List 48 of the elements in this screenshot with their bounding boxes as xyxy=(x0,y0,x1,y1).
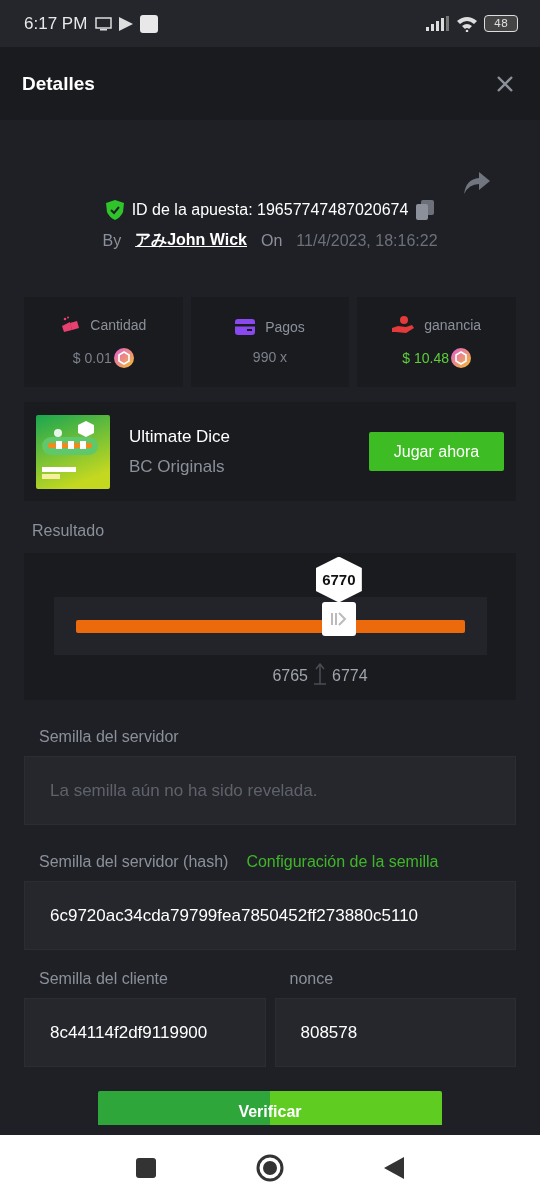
game-provider: BC Originals xyxy=(129,456,226,477)
shield-check-icon xyxy=(105,200,124,220)
card-icon xyxy=(235,319,256,335)
game-title: Ultimate Dice xyxy=(129,426,232,447)
share-icon[interactable] xyxy=(464,172,490,194)
back-icon[interactable] xyxy=(384,1156,404,1179)
signal-icon xyxy=(426,16,450,31)
stat-label: Cantidad xyxy=(90,317,147,333)
monitor-icon xyxy=(95,16,113,31)
home-icon[interactable] xyxy=(256,1153,284,1182)
field-label: Semilla del servidor (hash) xyxy=(38,853,229,871)
result-label: Resultado xyxy=(31,522,106,540)
field-label: Semilla del servidor xyxy=(38,728,179,746)
coin-icon xyxy=(451,348,471,368)
square-icon xyxy=(140,14,159,33)
range-low: 6765 xyxy=(272,667,308,685)
by-label: By xyxy=(102,231,122,250)
result-value: 6770 xyxy=(315,556,362,603)
coins-icon xyxy=(60,316,81,334)
field-label: Semilla del cliente xyxy=(38,970,169,988)
stat-label: ganancia xyxy=(424,317,482,333)
stat-value: $ 10.48 xyxy=(402,350,449,366)
wifi-icon xyxy=(456,15,478,32)
seed-field[interactable]: 8c44114f2df9119900 xyxy=(24,998,266,1067)
coin-icon xyxy=(113,348,134,368)
on-label: On xyxy=(261,231,283,250)
window-title: Detalles xyxy=(22,72,95,95)
battery-icon: 48 xyxy=(484,15,518,32)
range-high: 6774 xyxy=(332,667,368,685)
grip-icon xyxy=(330,611,347,626)
status-time: 6:17 PM xyxy=(24,13,88,34)
play-icon xyxy=(118,16,135,31)
seed-field[interactable]: La semilla aún no ha sido revelada. xyxy=(24,756,516,825)
user-link[interactable]: アみJohn Wick xyxy=(135,230,247,251)
hand-person-icon xyxy=(392,316,415,334)
stat-value: $ 0.01 xyxy=(72,350,112,366)
bet-date: 11/4/2023, 18:16:22 xyxy=(296,231,438,250)
stat-value: 990 x xyxy=(252,349,288,365)
seed-settings-link[interactable]: Configuración de la semilla xyxy=(246,853,439,871)
bet-id: ID de la apuesta: 19657747487020674 xyxy=(131,201,409,219)
recent-apps-icon[interactable] xyxy=(136,1157,156,1178)
arrow-up-icon xyxy=(314,663,326,685)
copy-icon[interactable] xyxy=(416,200,435,220)
field-label: nonce xyxy=(288,970,335,988)
stat-label: Pagos xyxy=(265,319,305,335)
seed-field[interactable]: 808578 xyxy=(274,998,516,1067)
seed-field[interactable]: 6c9720ac34cda79799fea7850452ff273880c5110 xyxy=(24,881,516,950)
close-button[interactable] xyxy=(496,74,514,93)
